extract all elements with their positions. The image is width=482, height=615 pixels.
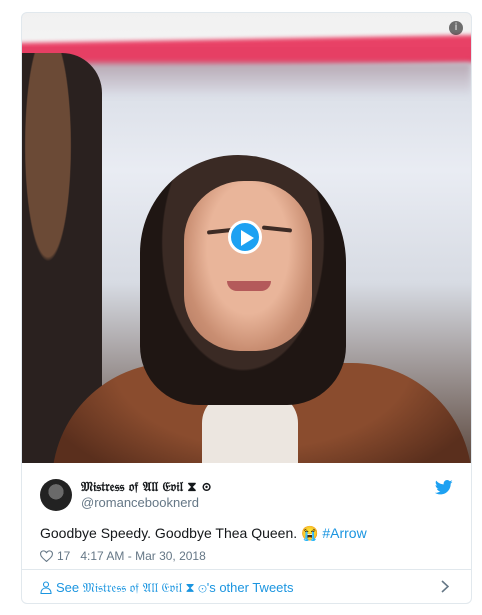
- info-icon[interactable]: i: [449, 21, 463, 35]
- chevron-right-icon[interactable]: [441, 580, 449, 593]
- author-handle[interactable]: @romancebooknerd: [81, 495, 199, 510]
- tweet-meta: 17 4:17 AM - Mar 30, 2018: [40, 549, 206, 563]
- gif-media[interactable]: i: [22, 13, 471, 463]
- face-shape: [184, 181, 312, 351]
- heart-icon[interactable]: [40, 550, 53, 562]
- embedded-tweet-card[interactable]: i 𝔐𝔦𝔰𝔱𝔯𝔢𝔰𝔰 𝔬𝔣 𝔄𝔩𝔩 𝔈𝔳𝔦𝔩 ⧗ ⊙ @romancebookn…: [21, 12, 472, 604]
- footer: See 𝔐𝔦𝔰𝔱𝔯𝔢𝔰𝔰 𝔬𝔣 𝔄𝔩𝔩 𝔈𝔳𝔦𝔩 ⧗ ⊙'s other Twe…: [22, 569, 471, 603]
- tweet-text: Goodbye Speedy. Goodbye Thea Queen. 😭 #A…: [40, 525, 367, 542]
- user-icon: [40, 581, 52, 594]
- tweet-body: 𝔐𝔦𝔰𝔱𝔯𝔢𝔰𝔰 𝔬𝔣 𝔄𝔩𝔩 𝔈𝔳𝔦𝔩 ⧗ ⊙ @romancebookner…: [22, 463, 471, 569]
- see-other-tweets-link[interactable]: See 𝔐𝔦𝔰𝔱𝔯𝔢𝔰𝔰 𝔬𝔣 𝔄𝔩𝔩 𝔈𝔳𝔦𝔩 ⧗ ⊙'s other Twe…: [40, 580, 294, 596]
- hashtag-link[interactable]: #Arrow: [322, 525, 366, 541]
- author-name[interactable]: 𝔐𝔦𝔰𝔱𝔯𝔢𝔰𝔰 𝔬𝔣 𝔄𝔩𝔩 𝔈𝔳𝔦𝔩 ⧗ ⊙: [81, 480, 212, 495]
- like-count[interactable]: 17: [57, 549, 70, 563]
- see-other-tweets-label: See 𝔐𝔦𝔰𝔱𝔯𝔢𝔰𝔰 𝔬𝔣 𝔄𝔩𝔩 𝔈𝔳𝔦𝔩 ⧗ ⊙'s other Twe…: [56, 580, 294, 595]
- tweet-text-main: Goodbye Speedy. Goodbye Thea Queen. 😭: [40, 525, 323, 541]
- avatar[interactable]: [40, 479, 72, 511]
- play-icon: [241, 230, 254, 246]
- twitter-bird-icon[interactable]: [435, 480, 453, 495]
- timestamp[interactable]: 4:17 AM - Mar 30, 2018: [80, 549, 205, 563]
- smile-shape: [227, 281, 271, 291]
- play-button[interactable]: [228, 220, 262, 254]
